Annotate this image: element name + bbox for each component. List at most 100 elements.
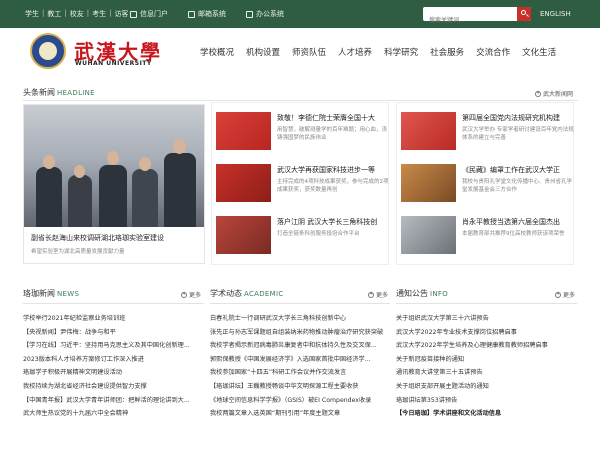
list-item[interactable]: 珞珈讲坛第353讲预告 — [396, 394, 577, 408]
whu-news-label: 武大新闻网 — [543, 91, 574, 98]
system-links: 信息门户 邮箱系统 办公系统 — [130, 9, 284, 19]
nav-item-departments[interactable]: 机构设置 — [246, 46, 280, 58]
list-item[interactable]: 珞珈学子积极开展精神文明建设活动 — [23, 366, 204, 380]
audience-links: 学生 | 教工 | 校友 | 考生 | 访客 — [25, 9, 129, 19]
list-item[interactable]: 【中国青年报】武汉大学青年讲师团：把鲜活的理论讲到大... — [23, 394, 204, 408]
mail-icon — [188, 10, 195, 18]
news-card-title: 肖永平教授当选第六届全国杰出 — [462, 218, 560, 226]
list-item[interactable]: 郭熙保教授《中国发展经济学》入选国家首批中国经济学... — [210, 353, 390, 367]
news-card-title: 《民藏》编罩工作在武汉大学正 — [462, 166, 560, 174]
news-thumbnail — [216, 112, 271, 150]
nav-item-faculty[interactable]: 师资队伍 — [292, 46, 326, 58]
news-thumbnail — [401, 164, 456, 202]
plus-circle-icon — [181, 291, 187, 298]
feature-subcaption: 希望实验室为湖北高质量发展贡献力量 — [31, 249, 125, 255]
news-card-title: 落户江阴 武汉大学长三角科技创 — [277, 218, 378, 226]
list-item[interactable]: 【学习在线】习近平：坚持用马克思主义及其中国化创新理... — [23, 339, 204, 353]
news-card-title: 武汉大学再获国家科技进步一等 — [277, 166, 375, 174]
list-item[interactable]: 学校举行2021年纪检监察业务培训班 — [23, 312, 204, 326]
headline-title-en: HEADLINE — [57, 89, 95, 97]
list-item[interactable]: 武汉大学2022年学生培养及心理健康教育教师招聘启事 — [396, 339, 577, 353]
academic-divider — [210, 303, 390, 304]
office-system-label: 办公系统 — [256, 10, 284, 18]
list-item[interactable]: 白春礼院士一行调研武汉大学长三角科技创新中心 — [210, 312, 390, 326]
main-nav: 学校概况 机构设置 师资队伍 人才培养 科学研究 社会服务 交流合作 文化生活 — [200, 46, 556, 58]
news-thumbnail — [216, 216, 271, 254]
news-card-title: 第四届全国党内法规研究机构建 — [462, 114, 560, 122]
top-bar: 学生| 教工| 校友| 考生| 访客 信息门户 邮箱系统 办公系统 ENGLIS… — [0, 0, 600, 28]
list-item[interactable]: 武大师生热议党的十九届六中全会精神 — [23, 407, 204, 421]
search-box — [423, 7, 531, 28]
academic-more-link[interactable]: 更多 — [368, 290, 388, 299]
news-card-desc: 用智慧，破解测量学的百年难题；用心血，浇铸强国梦的民族伟业 — [277, 127, 388, 141]
list-item[interactable]: 我校参加国家“十四五”科研工作会议并作交流发言 — [210, 366, 390, 380]
notice-divider — [396, 303, 577, 304]
headline-section-title: 头条新闻 HEADLINE — [23, 87, 95, 98]
news-more-link[interactable]: 更多 — [181, 290, 201, 299]
audience-link-applicants[interactable]: 考生 — [92, 9, 106, 19]
info-portal-label: 信息门户 — [140, 10, 168, 18]
list-item[interactable]: 【珞珈讲坛】王巍教授畅谈中华文明探源工程主要收获 — [210, 380, 390, 394]
office-icon — [246, 10, 253, 18]
academic-title-cn: 学术动态 — [210, 289, 242, 298]
news-thumbnail — [401, 112, 456, 150]
list-item[interactable]: 关于组织武汉大学第三十六讲预告 — [396, 312, 577, 326]
portal-icon — [130, 10, 137, 18]
notice-list: 关于组织武汉大学第三十六讲预告 武汉大学2022年专业技术支撑岗位招聘启事 武汉… — [396, 312, 577, 421]
news-title-en: NEWS — [57, 290, 80, 298]
whu-news-link[interactable]: 武大新闻网 — [535, 89, 573, 98]
audience-link-alumni[interactable]: 校友 — [70, 9, 84, 19]
nav-item-culture[interactable]: 文化生活 — [522, 46, 556, 58]
list-item[interactable]: 我校持续为湖北省经济社会建设提供智力支撑 — [23, 380, 204, 394]
list-item[interactable]: 我校两篇文章入选英国“期刊引用”年度主题文章 — [210, 407, 390, 421]
plus-circle-icon — [368, 291, 374, 298]
nav-item-education[interactable]: 人才培养 — [338, 46, 372, 58]
academic-list: 白春礼院士一行调研武汉大学长三角科技创新中心 张先正与孙志军课题组自组装纳米药物… — [210, 312, 390, 421]
notice-title-en: INFO — [430, 290, 449, 298]
nav-item-exchange[interactable]: 交流合作 — [476, 46, 510, 58]
academic-section-title: 学术动态 ACADEMIC — [210, 288, 284, 299]
audience-link-staff[interactable]: 教工 — [47, 9, 61, 19]
list-item[interactable]: 武汉大学2022年专业技术支撑岗位招聘启事 — [396, 326, 577, 340]
news-card-desc: 我校与贵阳孔学堂文化传播中心、贵州省孔学堂发展基金会三方合作 — [462, 179, 573, 193]
audience-link-students[interactable]: 学生 — [25, 9, 39, 19]
notice-title-cn: 通知公告 — [396, 289, 428, 298]
news-card-desc: 武汉大学举办 专家学者研讨建设百年党内法规体系的建立与完善 — [462, 127, 574, 141]
list-item[interactable]: 通讯教育大讲堂第三十五讲预告 — [396, 366, 577, 380]
circle-icon — [535, 90, 541, 97]
brand-name-en[interactable]: WUHAN UNIVERSITY — [75, 60, 152, 67]
news-thumbnail — [216, 164, 271, 202]
news-card-desc: 本届教育部共推荐9位高校教师获该项荣誉 — [462, 231, 565, 237]
info-portal-link[interactable]: 信息门户 — [130, 9, 168, 19]
list-item[interactable]: 2023版本科人才培养方案修订工作深入推进 — [23, 353, 204, 367]
academic-more-label: 更多 — [376, 292, 389, 299]
news-thumbnail — [401, 216, 456, 254]
office-system-link[interactable]: 办公系统 — [246, 9, 284, 19]
nav-item-overview[interactable]: 学校概况 — [200, 46, 234, 58]
notice-more-label: 更多 — [563, 292, 576, 299]
list-item[interactable]: 【今日珞珈】学术讲座和文化活动信息 — [396, 407, 577, 421]
plus-circle-icon — [555, 291, 561, 298]
university-logo[interactable] — [30, 33, 66, 69]
news-divider — [23, 303, 204, 304]
english-link[interactable]: ENGLISH — [540, 10, 571, 18]
nav-item-service[interactable]: 社会服务 — [430, 46, 464, 58]
list-item[interactable]: 【央视新闻】尹伟梅：战争与和平 — [23, 326, 204, 340]
mail-system-link[interactable]: 邮箱系统 — [188, 9, 226, 19]
headline-feature[interactable]: 副省长赵海山来校调研湖北珞珈实验室建设 希望实验室为湖北高质量发展贡献力量 — [23, 104, 205, 264]
list-item[interactable]: 《地球空间信息科学学报》（GSIS）被EI Compendex收录 — [210, 394, 390, 408]
news-more-label: 更多 — [189, 292, 202, 299]
list-item[interactable]: 我校学者揭示新冠病毒肺炎康复者中和抗体持久性及交叉保... — [210, 339, 390, 353]
feature-photo — [24, 105, 204, 227]
list-item[interactable]: 张先正与孙志军课题组自组装纳米药物推动肿瘤治疗研究获突破 — [210, 326, 390, 340]
headline-title-cn: 头条新闻 — [23, 88, 55, 97]
search-button[interactable] — [517, 7, 531, 21]
notice-more-link[interactable]: 更多 — [555, 290, 575, 299]
list-item[interactable]: 关于新冠疫苗接种的通知 — [396, 353, 577, 367]
nav-item-research[interactable]: 科学研究 — [384, 46, 418, 58]
search-input[interactable] — [423, 13, 511, 28]
news-title-cn: 珞珈新闻 — [23, 289, 55, 298]
notice-section-title: 通知公告 INFO — [396, 288, 448, 299]
audience-link-visitors[interactable]: 访客 — [114, 9, 128, 19]
list-item[interactable]: 关于组织支部开展主题活动的通知 — [396, 380, 577, 394]
